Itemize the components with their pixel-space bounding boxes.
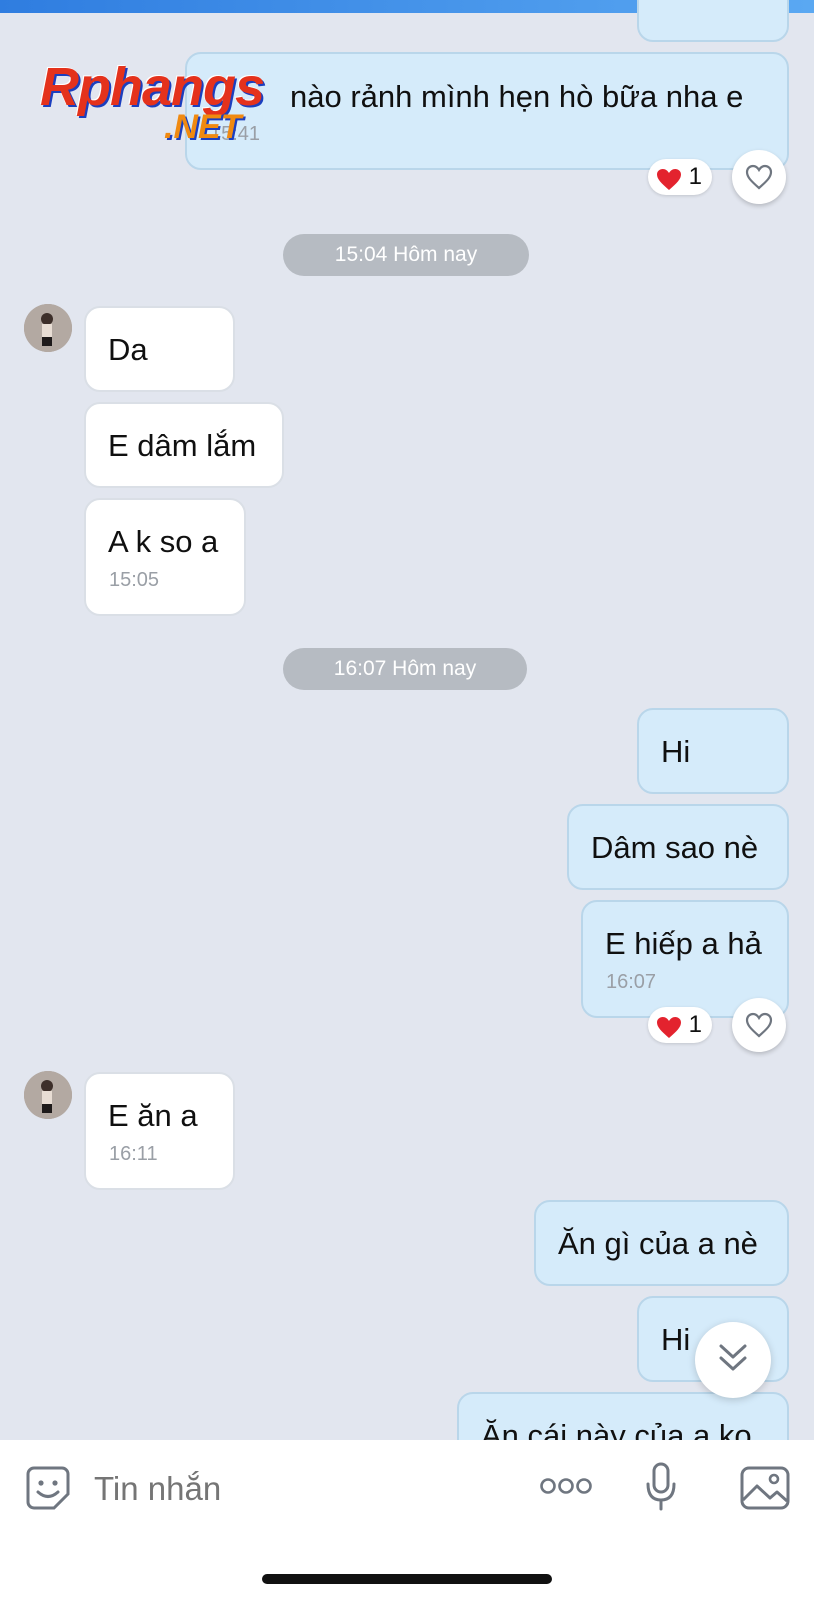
watermark-logo: Rphangs .NET bbox=[40, 56, 290, 152]
more-dots-icon[interactable] bbox=[540, 1476, 592, 1501]
message-time: 16:07 bbox=[606, 971, 657, 993]
red-heart-icon bbox=[656, 1014, 682, 1050]
time-separator: 15:04 Hôm nay bbox=[283, 234, 529, 276]
message-text: Dâm sao nè bbox=[591, 830, 759, 865]
message-time: 16:11 bbox=[109, 1143, 158, 1165]
message-text: A k so a bbox=[108, 524, 219, 559]
message-input[interactable] bbox=[92, 1466, 496, 1512]
message-bubble-incoming[interactable]: A k so a 15:05 bbox=[84, 498, 246, 616]
message-text: Hi bbox=[661, 1322, 691, 1357]
message-text: nào rảnh mình hẹn hò bữa nha e bbox=[290, 79, 744, 114]
reaction-badge[interactable]: 1 bbox=[648, 1007, 712, 1043]
reaction-badge[interactable]: 1 bbox=[648, 159, 712, 195]
time-separator: 16:07 Hôm nay bbox=[283, 648, 527, 690]
message-bubble-incoming[interactable]: E dâm lắm bbox=[84, 402, 284, 488]
heart-outline-icon bbox=[745, 164, 773, 190]
message-time: 15:05 bbox=[109, 569, 160, 591]
like-button[interactable] bbox=[732, 150, 786, 204]
message-bubble-outgoing[interactable]: Ăn gì của a nè bbox=[534, 1200, 789, 1286]
like-button[interactable] bbox=[732, 998, 786, 1052]
home-indicator bbox=[262, 1574, 552, 1584]
microphone-icon[interactable] bbox=[645, 1462, 677, 1517]
message-text: Da bbox=[108, 332, 148, 367]
emoji-sticker-icon[interactable] bbox=[24, 1464, 72, 1517]
message-bubble-outgoing[interactable]: Dâm sao nè bbox=[567, 804, 789, 890]
message-text: E dâm lắm bbox=[108, 428, 257, 463]
double-chevron-down-icon bbox=[719, 1344, 747, 1371]
avatar[interactable] bbox=[24, 1071, 72, 1119]
message-text: Ăn cái này của a ko bbox=[481, 1418, 752, 1440]
reaction-count: 1 bbox=[688, 163, 702, 190]
message-bubble-partial[interactable] bbox=[637, 0, 789, 42]
scroll-to-bottom-button[interactable] bbox=[695, 1322, 771, 1398]
reaction-count: 1 bbox=[688, 1011, 702, 1038]
message-text: E ăn a bbox=[108, 1098, 198, 1133]
message-bubble-incoming[interactable]: Da bbox=[84, 306, 235, 392]
red-heart-icon bbox=[656, 166, 682, 202]
avatar[interactable] bbox=[24, 304, 72, 352]
watermark-sub-text: .NET bbox=[164, 108, 242, 146]
image-gallery-icon[interactable] bbox=[740, 1466, 790, 1515]
message-text: Ăn gì của a nè bbox=[558, 1226, 758, 1261]
heart-outline-icon bbox=[745, 1012, 773, 1038]
message-bubble-outgoing[interactable]: Ăn cái này của a ko bbox=[457, 1392, 789, 1440]
message-bubble-outgoing[interactable]: Hi bbox=[637, 708, 789, 794]
message-list[interactable]: nào rảnh mình hẹn hò bữa nha e 15:41 1 1… bbox=[0, 0, 814, 1440]
message-bubble-incoming[interactable]: E ăn a 16:11 bbox=[84, 1072, 235, 1190]
message-text: E hiếp a hả bbox=[605, 926, 762, 961]
message-text: Hi bbox=[661, 734, 691, 769]
